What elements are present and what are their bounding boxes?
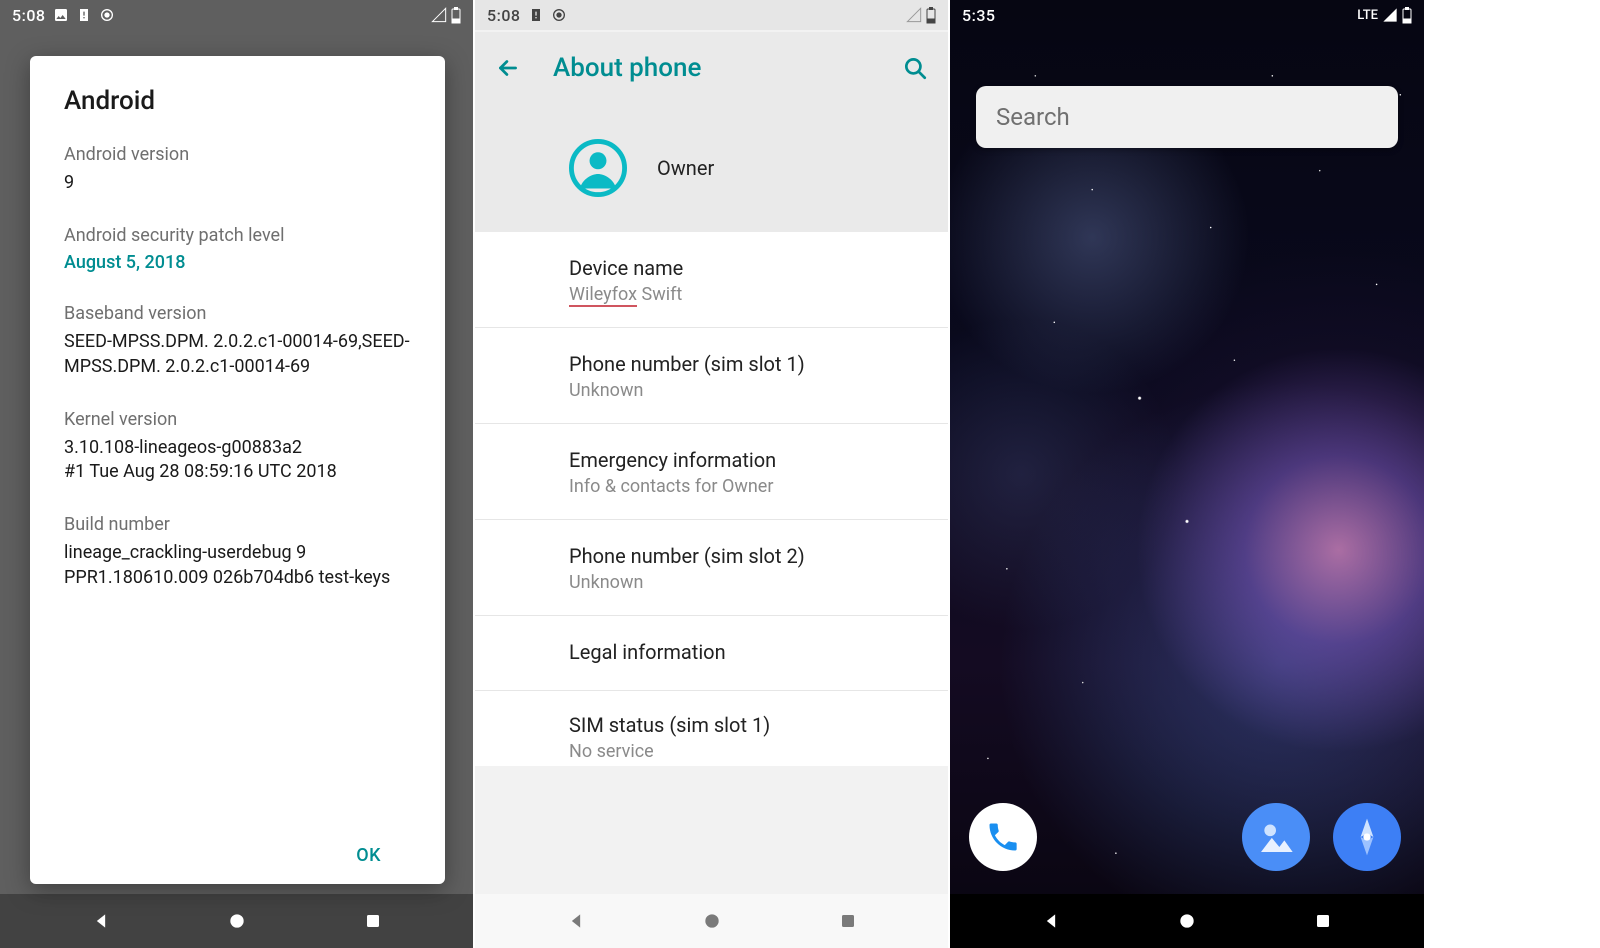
build-value: lineage_crackling-userdebug 9 PPR1.18061… — [64, 541, 411, 590]
build-label: Build number — [64, 514, 411, 535]
nav-home-button[interactable] — [225, 909, 249, 933]
phone-number-1-title: Phone number (sim slot 1) — [569, 352, 920, 376]
emergency-info-sub: Info & contacts for Owner — [569, 476, 920, 497]
battery-icon — [926, 7, 936, 24]
android-version-block[interactable]: Android version 9 — [64, 144, 411, 195]
baseband-label: Baseband version — [64, 303, 411, 324]
kernel-value: 3.10.108-lineageos-g00883a2 #1 Tue Aug 2… — [64, 436, 411, 485]
search-placeholder: Search — [996, 103, 1070, 131]
record-icon — [99, 7, 115, 23]
nav-bar — [475, 894, 948, 948]
phone-number-2-title: Phone number (sim slot 2) — [569, 544, 920, 568]
signal-empty-icon — [431, 7, 447, 23]
phone-number-2-sub: Unknown — [569, 572, 920, 593]
security-patch-label: Android security patch level — [64, 225, 411, 246]
photos-app-icon[interactable] — [1242, 803, 1314, 875]
android-info-dialog: Android Android version 9 Android securi… — [30, 56, 445, 884]
device-name-title: Device name — [569, 256, 920, 280]
compass-app-icon[interactable] — [1333, 803, 1405, 875]
nav-home-button[interactable] — [1175, 909, 1199, 933]
network-type-label: LTE — [1357, 8, 1378, 23]
nav-bar — [0, 894, 473, 948]
sd-alert-icon — [528, 7, 544, 23]
nav-back-button[interactable] — [1039, 909, 1063, 933]
app-dock — [950, 784, 1424, 894]
owner-row[interactable]: Owner — [475, 104, 948, 232]
image-icon — [53, 7, 69, 23]
security-patch-block[interactable]: Android security patch level August 5, 2… — [64, 225, 411, 273]
status-clock: 5:08 — [487, 6, 521, 25]
baseband-block[interactable]: Baseband version SEED-MPSS.DPM. 2.0.2.c1… — [64, 303, 411, 379]
screenshot-3-home-screen: 5:35 LTE Search — [950, 0, 1424, 948]
kernel-label: Kernel version — [64, 409, 411, 430]
battery-icon — [1402, 7, 1412, 24]
signal-empty-icon — [906, 7, 922, 23]
ok-button[interactable]: OK — [356, 845, 381, 866]
battery-icon — [451, 7, 461, 24]
about-list: Device name Wileyfox Swift Phone number … — [475, 232, 948, 766]
phone-number-1-sub: Unknown — [569, 380, 920, 401]
baseband-value: SEED-MPSS.DPM. 2.0.2.c1-00014-69,SEED-MP… — [64, 330, 411, 379]
security-patch-value: August 5, 2018 — [64, 252, 411, 273]
phone-number-1-item[interactable]: Phone number (sim slot 1) Unknown — [475, 328, 948, 424]
nav-back-button[interactable] — [564, 909, 588, 933]
owner-avatar-icon — [569, 139, 627, 197]
device-name-item[interactable]: Device name Wileyfox Swift — [475, 232, 948, 328]
legal-info-item[interactable]: Legal information — [475, 616, 948, 691]
about-header: About phone — [475, 32, 948, 104]
status-clock: 5:35 — [962, 6, 996, 25]
back-arrow-icon[interactable] — [495, 55, 521, 81]
sim-status-1-title: SIM status (sim slot 1) — [569, 713, 920, 737]
legal-info-title: Legal information — [569, 640, 920, 664]
record-icon — [551, 7, 567, 23]
nav-bar — [950, 894, 1424, 948]
device-name-sub: Wileyfox Swift — [569, 284, 920, 305]
phone-app-icon[interactable] — [969, 803, 1041, 875]
build-block[interactable]: Build number lineage_crackling-userdebug… — [64, 514, 411, 590]
search-bar[interactable]: Search — [976, 86, 1398, 148]
nav-back-button[interactable] — [89, 909, 113, 933]
emergency-info-item[interactable]: Emergency information Info & contacts fo… — [475, 424, 948, 520]
status-bar: 5:35 LTE — [950, 0, 1424, 30]
android-version-label: Android version — [64, 144, 411, 165]
screenshot-2-about-phone: 5:08 About phone Own — [475, 0, 948, 948]
dialog-title: Android — [64, 86, 411, 116]
nav-recent-button[interactable] — [836, 909, 860, 933]
screenshot-1-android-dialog: 5:08 Android Android version 9 — [0, 0, 473, 948]
nav-recent-button[interactable] — [361, 909, 385, 933]
android-version-value: 9 — [64, 171, 411, 195]
status-bar: 5:08 — [475, 0, 948, 30]
about-title: About phone — [553, 53, 870, 83]
emergency-info-title: Emergency information — [569, 448, 920, 472]
sim-status-1-item[interactable]: SIM status (sim slot 1) No service — [475, 691, 948, 766]
sd-alert-icon — [76, 7, 92, 23]
signal-icon — [1382, 7, 1398, 23]
owner-label: Owner — [657, 156, 714, 180]
nav-recent-button[interactable] — [1311, 909, 1335, 933]
status-bar: 5:08 — [0, 0, 473, 30]
phone-number-2-item[interactable]: Phone number (sim slot 2) Unknown — [475, 520, 948, 616]
kernel-block[interactable]: Kernel version 3.10.108-lineageos-g00883… — [64, 409, 411, 485]
search-icon[interactable] — [902, 55, 928, 81]
nav-home-button[interactable] — [700, 909, 724, 933]
status-clock: 5:08 — [12, 6, 46, 25]
sim-status-1-sub: No service — [569, 741, 920, 762]
